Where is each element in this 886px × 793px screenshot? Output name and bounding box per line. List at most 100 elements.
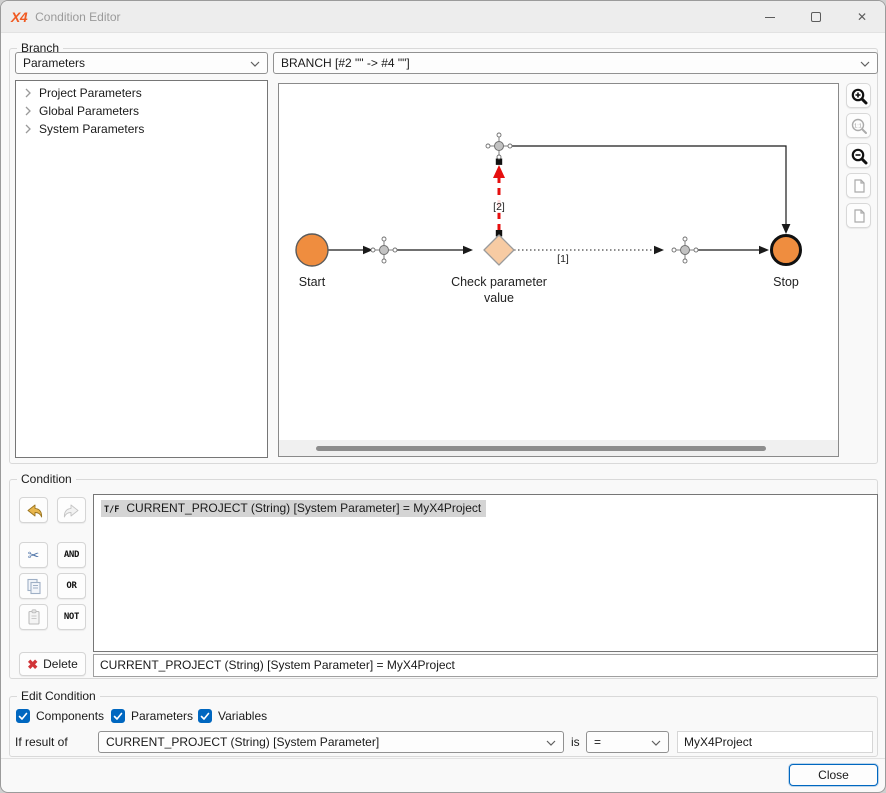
close-window-button[interactable]: ✕ [839,1,885,33]
redo-icon [62,501,82,520]
chevron-down-icon [860,61,870,67]
titlebar: X4 Condition Editor ✕ [1,1,885,33]
undo-button[interactable] [19,497,48,523]
stop-node[interactable] [772,236,801,265]
page-icon [851,208,867,224]
checkbox-checked-icon [198,709,212,723]
true-false-icon: T/F [104,505,119,515]
zoom-reset-button[interactable]: 1:1 [846,113,871,138]
close-button-label: Close [818,768,849,782]
maximize-icon [811,12,821,22]
connector-node[interactable] [486,133,512,159]
edge-top-to-stop[interactable] [510,146,786,224]
variables-checkbox[interactable]: Variables [198,709,267,723]
start-node-label: Start [299,275,326,289]
start-node[interactable] [296,234,328,266]
not-button[interactable]: NOT [57,604,86,630]
scissors-icon: ✂ [28,548,40,562]
variables-checkbox-label: Variables [218,709,267,723]
zoom-in-icon [850,87,868,105]
tree-item-system-parameters[interactable]: System Parameters [16,120,267,138]
copy-button[interactable] [19,573,48,599]
parameters-checkbox-label: Parameters [131,709,193,723]
parameter-tree: Project Parameters Global Parameters Sys… [15,80,268,458]
chevron-right-icon [24,87,32,99]
condition-list-item-selected[interactable]: T/F CURRENT_PROJECT (String) [System Par… [101,500,486,517]
branch-select[interactable]: BRANCH [#2 "" -> #4 ""] [273,52,878,74]
arrowhead-icon [493,165,505,178]
checkbox-checked-icon [16,709,30,723]
operator-select-value: = [594,735,601,749]
paste-button[interactable] [19,604,48,630]
connector-node[interactable] [371,237,397,263]
components-checkbox-label: Components [36,709,104,723]
condition-preview: CURRENT_PROJECT (String) [System Paramet… [93,654,878,677]
scrollbar-thumb[interactable] [316,446,766,451]
condition-list[interactable]: T/F CURRENT_PROJECT (String) [System Par… [93,494,878,652]
workflow-diagram: [1] [2] Start Check parameter value [279,84,838,440]
delete-button-label: Delete [43,657,78,671]
expression-select[interactable]: CURRENT_PROJECT (String) [System Paramet… [98,731,564,753]
redo-button[interactable] [57,497,86,523]
condition-group-label: Condition [17,472,76,486]
minimize-button[interactable] [747,1,793,33]
workflow-canvas[interactable]: [1] [2] Start Check parameter value [278,83,839,457]
maximize-button[interactable] [793,1,839,33]
tree-item-project-parameters[interactable]: Project Parameters [16,84,267,102]
arrowhead-icon [782,224,791,234]
decision-node[interactable] [484,235,514,265]
chevron-right-icon [24,123,32,135]
edit-condition-group-label: Edit Condition [17,689,100,703]
chevron-down-icon [651,740,661,746]
tree-item-label: Project Parameters [39,86,142,100]
selection-handle[interactable] [496,159,502,165]
chevron-down-icon [546,740,556,746]
copy-icon [25,577,43,595]
tree-item-global-parameters[interactable]: Global Parameters [16,102,267,120]
if-result-of-label: If result of [15,735,68,749]
undo-icon [24,501,44,520]
branch-1-label: [1] [557,253,569,265]
decision-node-label-line2: value [484,291,514,305]
zoom-in-button[interactable] [846,83,871,108]
arrowhead-icon [759,246,769,254]
parameters-checkbox[interactable]: Parameters [111,709,193,723]
footer-divider [1,758,885,759]
chevron-right-icon [24,105,32,117]
decision-node-label-line1: Check parameter [451,275,547,289]
fit-width-button[interactable] [846,203,871,228]
close-icon: ✕ [857,11,867,23]
operator-select[interactable]: = [586,731,669,753]
branch-2-label: [2] [493,201,505,213]
delete-x-icon: ✖ [27,658,38,671]
tree-item-label: Global Parameters [39,104,139,118]
canvas-horizontal-scrollbar[interactable] [279,440,838,456]
or-button[interactable]: OR [57,573,86,599]
window-title: Condition Editor [35,10,120,24]
not-button-label: NOT [64,612,79,622]
chevron-down-icon [250,61,260,67]
checkbox-checked-icon [111,709,125,723]
minimize-icon [765,17,775,18]
zoom-out-button[interactable] [846,143,871,168]
and-button-label: AND [64,550,79,560]
and-button[interactable]: AND [57,542,86,568]
clipboard-icon [25,608,43,626]
stop-node-label: Stop [773,275,799,289]
value-input[interactable] [677,731,873,753]
condition-editor-dialog: X4 Condition Editor ✕ Branch Condition E… [0,0,886,793]
zoom-reset-icon: 1:1 [850,117,868,135]
page-icon [851,178,867,194]
parameter-category-select[interactable]: Parameters [15,52,268,74]
close-button[interactable]: Close [789,764,878,786]
cut-button[interactable]: ✂ [19,542,48,568]
components-checkbox[interactable]: Components [16,709,104,723]
connector-node[interactable] [672,237,698,263]
arrowhead-icon [463,246,473,254]
branch-select-value: BRANCH [#2 "" -> #4 ""] [281,56,410,70]
zoom-out-icon [850,147,868,165]
fit-page-button[interactable] [846,173,871,198]
delete-button[interactable]: ✖ Delete [19,652,86,676]
arrowhead-icon [654,246,664,254]
or-button-label: OR [66,581,76,591]
